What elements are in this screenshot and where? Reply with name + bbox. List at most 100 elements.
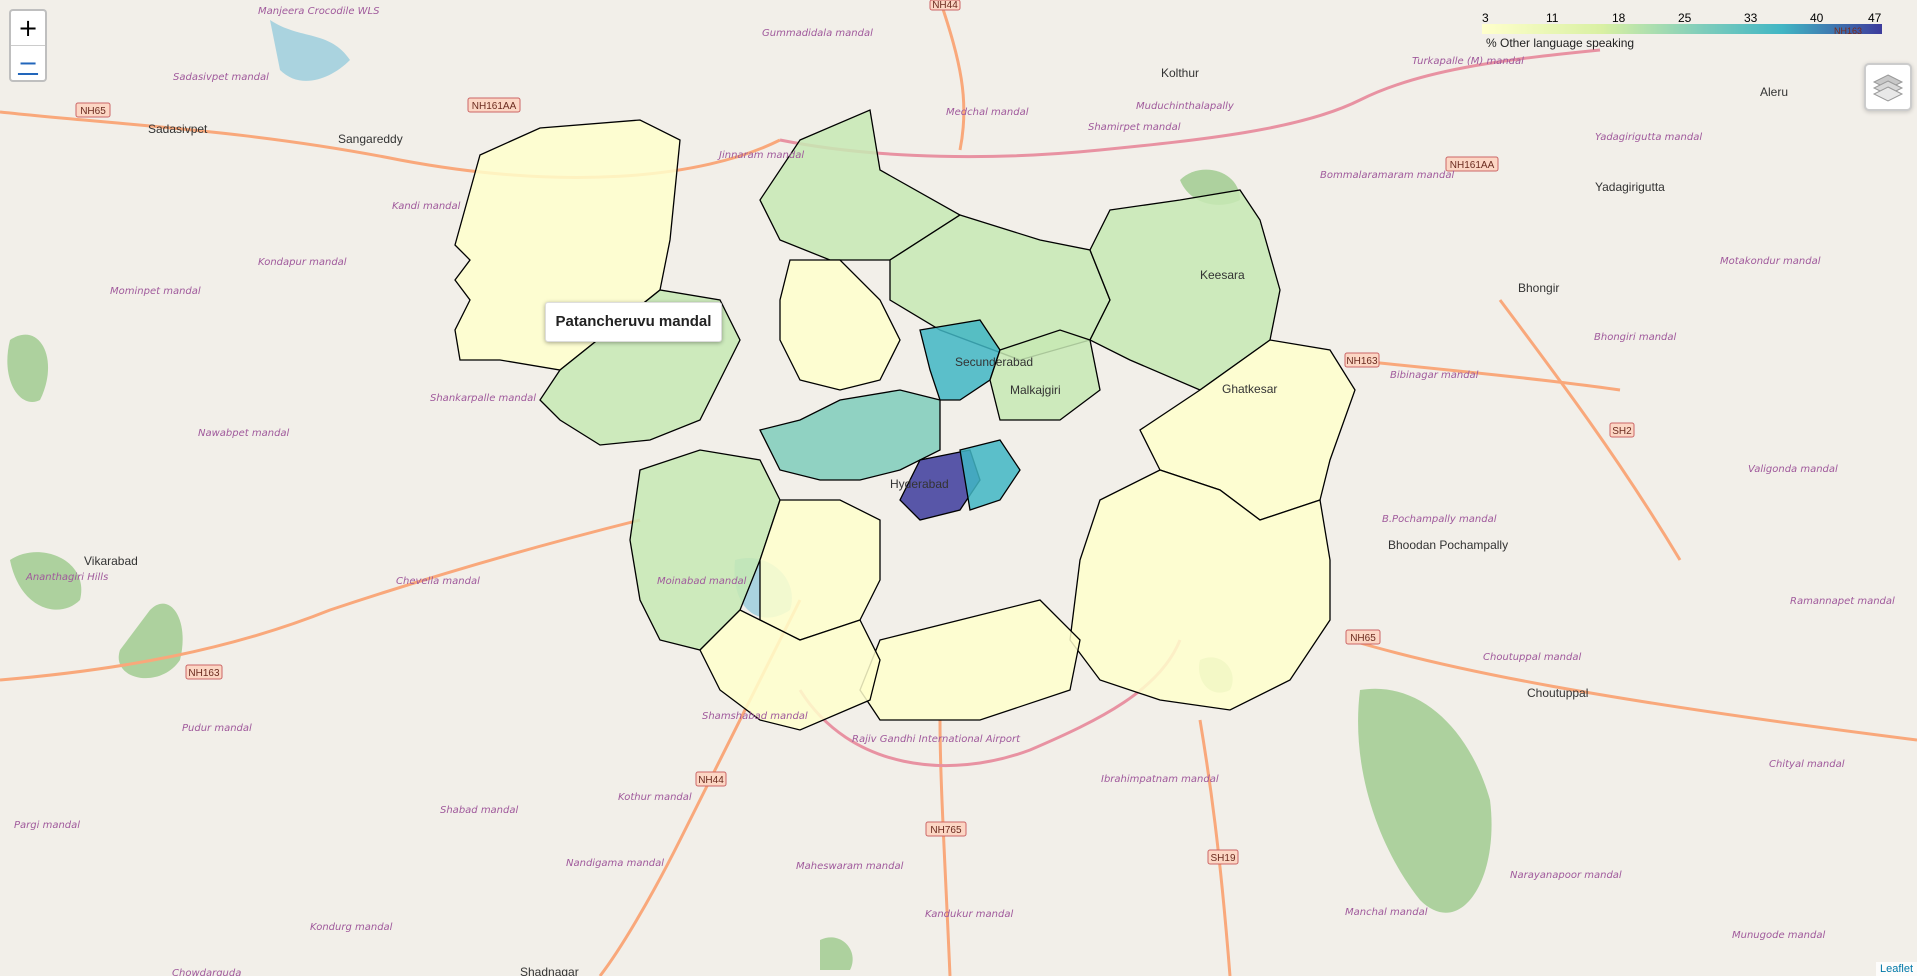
label-pudur-mandal: Pudur mandal <box>182 723 252 734</box>
shield-nh65-east: NH65 <box>1350 633 1376 644</box>
label-manjeera-wls: Manjeera Crocodile WLS <box>258 6 380 17</box>
place-sadasivpet: Sadasivpet <box>148 122 208 136</box>
legend-overlap-shield: NH163 <box>1834 26 1862 36</box>
label-gummadidala-mandal: Gummadidala mandal <box>762 28 873 39</box>
label-shabad-mandal: Shabad mandal <box>440 805 518 816</box>
label-manchal-mandal: Manchal mandal <box>1345 907 1428 918</box>
legend-tick-18: 18 <box>1612 11 1626 25</box>
place-sangareddy: Sangareddy <box>338 132 403 146</box>
mandal-bahadurpura[interactable] <box>759 499 881 641</box>
label-sadasivpet-mandal: Sadasivpet mandal <box>173 72 269 83</box>
label-shankarpalle-mandal: Shankarpalle mandal <box>430 393 536 404</box>
mandal-saroornagar[interactable] <box>859 599 1081 721</box>
label-maheswaram-mandal: Maheswaram mandal <box>796 861 904 872</box>
label-yadagirigutta-mandal: Yadagirigutta mandal <box>1595 132 1702 143</box>
shield-nh163-east: NH163 <box>1346 356 1378 367</box>
label-kothur-mandal: Kothur mandal <box>618 792 692 803</box>
legend-tick-47: 47 <box>1868 11 1882 25</box>
label-ananthagiri-hills: Ananthagiri Hills <box>25 572 108 583</box>
mandal-balanagar[interactable] <box>779 259 901 391</box>
label-moinabad-mandal: Moinabad mandal <box>657 576 747 587</box>
attribution-link[interactable]: Leaflet <box>1875 962 1917 976</box>
place-malkajgiri: Malkajgiri <box>1010 383 1061 397</box>
hover-tooltip: Patancheruvu mandal <box>545 302 722 342</box>
shield-nh44-south: NH44 <box>698 775 724 786</box>
choropleth-layer[interactable] <box>454 109 1356 731</box>
place-bhoodan-pochampally: Bhoodan Pochampally <box>1388 538 1508 552</box>
label-jinnaram-mandal: Jinnaram mandal <box>717 150 804 161</box>
label-airport: Rajiv Gandhi International Airport <box>852 734 1021 745</box>
legend-tick-25: 25 <box>1678 11 1692 25</box>
color-legend: 3 11 18 25 33 40 47 NH163 % Other langua… <box>1478 10 1888 56</box>
highway-nh44-north <box>938 0 966 151</box>
place-kolthur: Kolthur <box>1161 66 1199 80</box>
place-vikarabad: Vikarabad <box>84 554 138 568</box>
layers-icon <box>1872 74 1904 102</box>
label-ramannapet-mandal: Ramannapet mandal <box>1790 596 1895 607</box>
label-narayanapoor-mandal: Narayanapoor mandal <box>1510 870 1622 881</box>
place-secunderabad: Secunderabad <box>955 355 1033 369</box>
highway-sh19 <box>1198 719 1232 976</box>
legend-tick-33: 33 <box>1744 11 1758 25</box>
zoom-in-button[interactable]: + <box>11 11 45 45</box>
label-choutuppal-mandal: Choutuppal mandal <box>1483 652 1581 663</box>
label-chowdarguda: Chowdarguda <box>172 968 241 976</box>
label-kandukur-mandal: Kandukur mandal <box>925 909 1013 920</box>
highway-nh765 <box>938 719 952 976</box>
shield-nh161aa-east: NH161AA <box>1450 160 1495 171</box>
shield-sh2: SH2 <box>1612 426 1632 437</box>
map-canvas[interactable]: NH65 NH161AA NH163 NH44 NH765 SH19 SH2 N… <box>0 0 1917 976</box>
label-kondapur-mandal: Kondapur mandal <box>258 257 347 268</box>
place-bhongir: Bhongir <box>1518 281 1559 295</box>
label-pargi-mandal: Pargi mandal <box>14 820 80 831</box>
layers-control-button[interactable] <box>1864 63 1912 111</box>
shield-nh65-west: NH65 <box>80 106 106 117</box>
label-turkapalle-mandal: Turkapalle (M) mandal <box>1412 56 1524 67</box>
forest <box>7 334 49 402</box>
label-bpochampally-mandal: B.Pochampally mandal <box>1382 514 1497 525</box>
mandal-shaikpet[interactable] <box>759 389 941 481</box>
label-muduchinthalapally: Muduchinthalapally <box>1136 101 1235 112</box>
label-bommalaramaram-mandal: Bommalaramaram mandal <box>1320 170 1454 181</box>
legend-tick-40: 40 <box>1810 11 1824 25</box>
label-ibrahimpatnam-mandal: Ibrahimpatnam mandal <box>1101 774 1219 785</box>
mandal-amberpet[interactable] <box>959 439 1021 511</box>
place-yadagirigutta: Yadagirigutta <box>1595 180 1665 194</box>
place-aleru: Aleru <box>1760 85 1788 99</box>
place-hyderabad: Hyderabad <box>890 477 949 491</box>
label-bibinagar-mandal: Bibinagar mandal <box>1390 370 1479 381</box>
zoom-control: + − <box>9 9 47 82</box>
highway-nh163-west <box>0 518 641 682</box>
legend-colorbar: 3 11 18 25 33 40 47 NH163 <box>1482 11 1882 36</box>
label-bhongiri-mandal: Bhongiri mandal <box>1594 332 1677 343</box>
label-mominpet-mandal: Mominpet mandal <box>110 286 201 297</box>
place-keesara: Keesara <box>1200 268 1245 282</box>
zoom-out-button[interactable]: − <box>11 45 45 80</box>
label-motakondur-mandal: Motakondur mandal <box>1720 256 1821 267</box>
place-ghatkesar: Ghatkesar <box>1222 382 1277 396</box>
label-shamshabad-mandal: Shamshabad mandal <box>702 711 808 722</box>
shield-nh765: NH765 <box>930 825 962 836</box>
label-shamirpet-mandal: Shamirpet mandal <box>1088 122 1181 133</box>
label-nandigama-mandal: Nandigama mandal <box>566 858 664 869</box>
forest <box>1358 688 1492 913</box>
forest <box>118 603 183 679</box>
legend-tick-3: 3 <box>1482 11 1489 25</box>
map-svg[interactable]: NH65 NH161AA NH163 NH44 NH765 SH19 SH2 N… <box>0 0 1917 976</box>
legend-tick-11: 11 <box>1546 11 1559 25</box>
label-chityal-mandal: Chityal mandal <box>1769 759 1845 770</box>
label-medchal-mandal: Medchal mandal <box>946 107 1029 118</box>
label-chevella-mandal: Chevella mandal <box>396 576 480 587</box>
place-shadnagar: Shadnagar <box>520 965 579 976</box>
shield-nh44-north: NH44 <box>932 0 958 11</box>
shield-nh161aa-west: NH161AA <box>472 101 517 112</box>
legend-title: % Other language speaking <box>1486 36 1635 50</box>
shield-sh19: SH19 <box>1210 853 1235 864</box>
forest <box>820 937 853 970</box>
label-valigonda-mandal: Valigonda mandal <box>1748 464 1838 475</box>
label-nawabpet-mandal: Nawabpet mandal <box>198 428 290 439</box>
legend-gradient-bar <box>1482 24 1882 34</box>
label-munugode-mandal: Munugode mandal <box>1732 930 1825 941</box>
shield-nh163-west: NH163 <box>188 668 220 679</box>
reservoir <box>270 20 350 81</box>
